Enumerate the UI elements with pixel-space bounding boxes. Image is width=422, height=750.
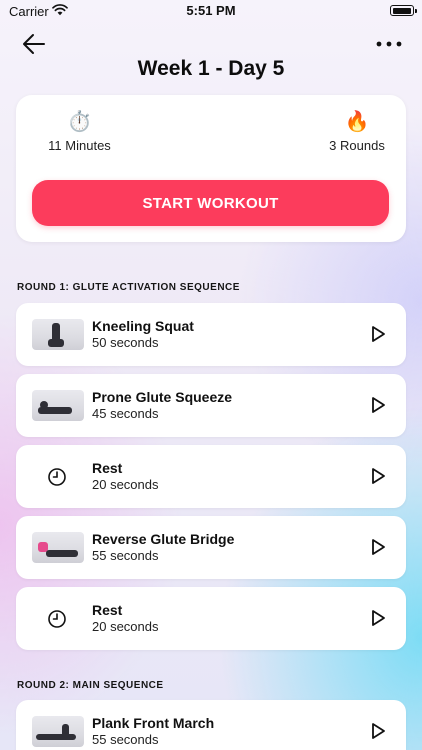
exercise-title: Kneeling Squat — [92, 318, 194, 334]
battery-icon — [390, 5, 417, 16]
list-item[interactable]: Rest 20 seconds — [16, 587, 406, 650]
play-icon[interactable] — [370, 609, 386, 627]
play-icon[interactable] — [370, 325, 386, 343]
list-item[interactable]: Plank Front March 55 seconds — [16, 700, 406, 750]
rest-duration: 20 seconds — [92, 477, 159, 492]
rest-title: Rest — [92, 460, 123, 476]
play-icon[interactable] — [370, 722, 386, 740]
rounds-stat: 🔥 3 Rounds — [322, 109, 392, 153]
exercise-duration: 55 seconds — [92, 732, 159, 747]
play-icon[interactable] — [370, 467, 386, 485]
duration-stat: ⏱️ 11 Minutes — [32, 109, 127, 153]
play-icon[interactable] — [370, 396, 386, 414]
exercise-title: Prone Glute Squeeze — [92, 389, 233, 405]
start-workout-button[interactable]: START WORKOUT — [32, 180, 389, 226]
exercise-duration: 50 seconds — [92, 335, 159, 350]
list-item[interactable]: Kneeling Squat 50 seconds — [16, 303, 406, 366]
status-bar: Carrier 5:51 PM — [0, 0, 422, 24]
play-icon[interactable] — [370, 538, 386, 556]
rest-duration: 20 seconds — [92, 619, 159, 634]
exercise-duration: 55 seconds — [92, 548, 159, 563]
clock-icon — [48, 610, 66, 628]
exercise-title: Plank Front March — [92, 715, 215, 731]
exercise-title: Reverse Glute Bridge — [92, 531, 235, 547]
arrow-left-icon — [23, 34, 45, 54]
rounds-label: 3 Rounds — [329, 138, 385, 153]
page-title: Week 1 - Day 5 — [137, 57, 285, 80]
workout-summary-card: ⏱️ 11 Minutes 🔥 3 Rounds START WORKOUT — [16, 95, 406, 242]
more-horizontal-icon — [376, 41, 402, 47]
rest-title: Rest — [92, 602, 123, 618]
exercise-thumbnail — [32, 532, 84, 563]
stopwatch-icon: ⏱️ — [67, 111, 92, 133]
duration-label: 11 Minutes — [48, 138, 111, 153]
back-button[interactable] — [20, 31, 48, 57]
fire-icon: 🔥 — [344, 111, 370, 133]
section-heading-round-1: ROUND 1: GLUTE ACTIVATION SEQUENCE — [17, 282, 240, 293]
clock-icon — [48, 468, 66, 486]
more-options-button[interactable] — [374, 32, 404, 56]
clock-time: 5:51 PM — [186, 3, 236, 18]
list-item[interactable]: Prone Glute Squeeze 45 seconds — [16, 374, 406, 437]
exercise-thumbnail — [32, 319, 84, 350]
exercise-duration: 45 seconds — [92, 406, 159, 421]
list-item[interactable]: Rest 20 seconds — [16, 445, 406, 508]
exercise-thumbnail — [32, 716, 84, 747]
section-heading-round-2: ROUND 2: MAIN SEQUENCE — [17, 680, 164, 691]
exercise-thumbnail — [32, 390, 84, 421]
list-item[interactable]: Reverse Glute Bridge 55 seconds — [16, 516, 406, 579]
